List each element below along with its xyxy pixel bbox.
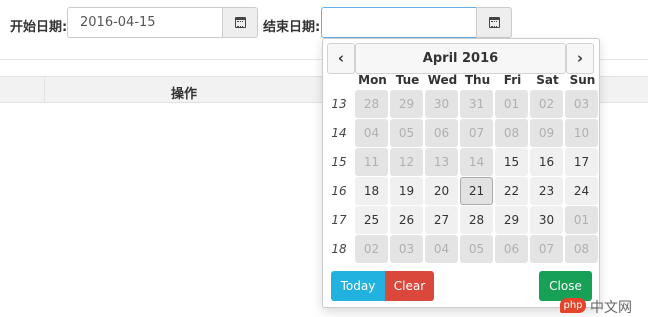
day-cell: 29 [390,90,423,118]
day-cell[interactable]: 20 [425,177,458,205]
column-header-operations: 操作 [171,87,198,102]
day-cell: 14 [460,148,493,176]
close-button[interactable]: Close [539,271,592,301]
day-cell[interactable]: 17 [565,148,598,176]
day-cell: 28 [355,90,388,118]
day-cell: 13 [425,148,458,176]
day-cell: 03 [565,90,598,118]
day-cell: 31 [460,90,493,118]
chevron-right-icon: › [576,49,584,67]
day-cell[interactable]: 28 [460,206,493,234]
calendar-icon [234,17,246,28]
start-date-calendar-button[interactable] [222,7,258,38]
week-number: 13 [331,97,347,111]
week-number: 15 [331,155,347,169]
selected-day-cell[interactable]: 21 [460,177,493,205]
day-cell: 03 [390,235,423,263]
start-date-input[interactable] [67,7,223,38]
day-cell: 04 [425,235,458,263]
day-cell: 07 [460,119,493,147]
day-cell: 02 [355,235,388,263]
day-cell: 07 [530,235,563,263]
day-cell[interactable]: 15 [495,148,528,176]
week-number: 18 [331,242,347,256]
watermark-text: 中文网 [590,300,632,316]
weekday-label: Wed [427,73,458,87]
day-cell: 05 [390,119,423,147]
day-cell[interactable]: 24 [565,177,598,205]
clear-button[interactable]: Clear [385,271,434,301]
day-cell: 08 [495,119,528,147]
month-year-switch[interactable]: April 2016 [355,43,566,74]
day-cell: 30 [425,90,458,118]
day-cell[interactable]: 30 [530,206,563,234]
weekday-label: Sat [536,73,559,87]
day-cell: 04 [355,119,388,147]
day-cell: 01 [495,90,528,118]
day-cell: 11 [355,148,388,176]
day-cell: 06 [495,235,528,263]
week-number: 16 [331,184,347,198]
day-cell[interactable]: 25 [355,206,388,234]
next-month-button[interactable]: › [566,43,594,74]
weekday-label: Fri [503,73,522,87]
weekday-label: Thu [464,73,491,87]
weekday-label: Sun [569,73,596,87]
weekday-label: Tue [395,73,420,87]
prev-month-button[interactable]: ‹ [327,43,355,74]
weekday-label: Mon [358,73,387,87]
day-cell[interactable]: 29 [495,206,528,234]
day-cell: 01 [565,206,598,234]
start-date-label: 开始日期: [10,20,68,35]
calendar-icon [488,17,500,28]
day-cell: 09 [530,119,563,147]
day-cell: 10 [565,119,598,147]
week-number: 14 [331,126,347,140]
end-date-calendar-button[interactable] [476,7,512,38]
week-number: 17 [331,213,347,227]
chevron-left-icon: ‹ [337,49,345,67]
day-cell[interactable]: 27 [425,206,458,234]
day-cell[interactable]: 18 [355,177,388,205]
end-date-input[interactable] [321,7,477,38]
day-cell: 06 [425,119,458,147]
end-date-label: 结束日期: [263,20,321,35]
day-cell: 12 [390,148,423,176]
day-cell[interactable]: 16 [530,148,563,176]
day-cell[interactable]: 19 [390,177,423,205]
day-cell: 02 [530,90,563,118]
day-cell[interactable]: 26 [390,206,423,234]
day-cell[interactable]: 22 [495,177,528,205]
today-button[interactable]: Today [331,271,385,301]
day-cell: 05 [460,235,493,263]
datepicker-popup: ‹ April 2016 › Mon Tue Wed Thu Fri Sat Sun 13 2… [322,38,600,308]
day-cell[interactable]: 23 [530,177,563,205]
day-cell: 08 [565,235,598,263]
weekday-header-row: Mon Tue Wed Thu Fri Sat Sun [323,73,601,89]
column-divider [44,77,45,102]
